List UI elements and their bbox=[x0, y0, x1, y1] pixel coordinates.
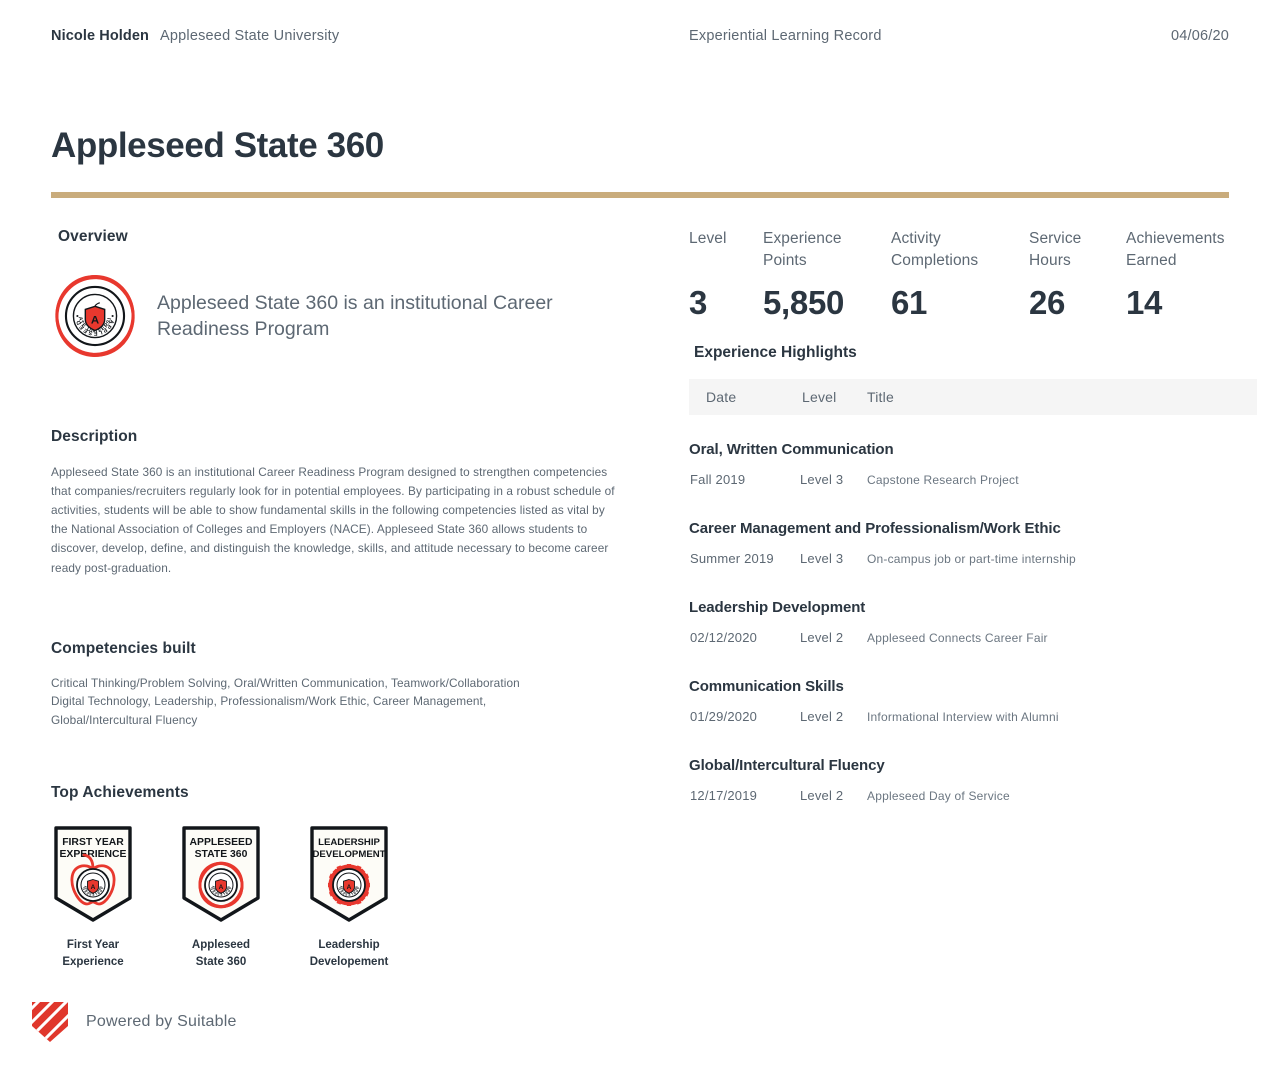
experience-group-title: Global/Intercultural Fluency bbox=[689, 757, 885, 774]
stat-label: Activity Completions bbox=[891, 230, 979, 270]
table-row: 01/29/2020 Level 2 Informational Intervi… bbox=[689, 709, 1257, 731]
experience-group-title: Leadership Development bbox=[689, 599, 866, 616]
competencies-body: Critical Thinking/Problem Solving, Oral/… bbox=[51, 675, 520, 727]
first-year-experience-badge-icon: FIRST YEAR EXPERIENCE APPLESEED ATE U ER… bbox=[51, 824, 132, 922]
badge-line-1: LEADERSHIP bbox=[318, 837, 380, 848]
experience-table-header: Date Level Title bbox=[689, 379, 1257, 415]
svg-text:A: A bbox=[91, 884, 96, 891]
stat-achievements-earned: Achievements Earned 14 bbox=[1126, 228, 1225, 321]
cell-title: Capstone Research Project bbox=[867, 473, 1019, 487]
leadership-development-badge-icon: LEADERSHIP DEVELOPMENT APPLESEED ATE U E… bbox=[307, 824, 388, 922]
stat-value: 5,850 bbox=[763, 284, 845, 321]
footer-text: Powered by Suitable bbox=[86, 1013, 237, 1030]
column-header-title: Title bbox=[867, 389, 894, 405]
top-achievements-section: Top Achievements FIRST YEAR EXPERIENCE A… bbox=[51, 784, 631, 972]
column-header-level: Level bbox=[802, 389, 837, 405]
stat-label: Experience Points bbox=[763, 230, 842, 270]
experience-highlights-heading: Experience Highlights bbox=[694, 344, 857, 361]
table-row: 12/17/2019 Level 2 Appleseed Day of Serv… bbox=[689, 788, 1257, 810]
suitable-shield-icon bbox=[32, 1002, 68, 1042]
overview-heading: Overview bbox=[58, 228, 128, 245]
stat-level: Level 3 bbox=[689, 228, 727, 321]
stat-label: Service Hours bbox=[1029, 230, 1082, 270]
cell-date: Fall 2019 bbox=[690, 472, 746, 487]
title-divider bbox=[51, 192, 1229, 198]
cell-level: Level 2 bbox=[800, 788, 844, 803]
badge-line-2: DEVELOPMENT bbox=[312, 849, 385, 860]
experience-table-body: Oral, Written Communication Fall 2019 Le… bbox=[689, 441, 1257, 810]
right-column: Level 3 Experience Points 5,850 Activity… bbox=[689, 228, 1257, 810]
cell-title: Informational Interview with Alumni bbox=[867, 710, 1059, 724]
cell-title: On-campus job or part-time internship bbox=[867, 552, 1076, 566]
column-header-date: Date bbox=[706, 389, 737, 405]
achievement-badge-list: FIRST YEAR EXPERIENCE APPLESEED ATE U ER… bbox=[51, 824, 631, 972]
achievement-badge: FIRST YEAR EXPERIENCE APPLESEED ATE U ER… bbox=[51, 824, 135, 972]
badge-line-1: APPLESEED bbox=[190, 837, 253, 848]
overview-row: APPLESEED STATE UNIVERSITY A Appleseed S… bbox=[51, 272, 631, 360]
experience-group: Communication Skills 01/29/2020 Level 2 … bbox=[689, 678, 1257, 731]
cell-date: 12/17/2019 bbox=[690, 788, 758, 803]
svg-text:A: A bbox=[347, 884, 352, 891]
experiential-learning-record-page: Nicole Holden Appleseed State University… bbox=[0, 0, 1280, 1080]
school-name: Appleseed State University bbox=[160, 28, 340, 44]
cell-date: 02/12/2020 bbox=[690, 630, 758, 645]
document-header: Nicole Holden Appleseed State University… bbox=[0, 28, 1280, 52]
experience-group-title: Career Management and Professionalism/Wo… bbox=[689, 520, 1061, 537]
badge-line-2: EXPERIENCE bbox=[60, 849, 127, 860]
document-footer: Powered by Suitable bbox=[30, 1000, 237, 1044]
badge-line-1: FIRST YEAR bbox=[62, 837, 124, 848]
stat-value: 14 bbox=[1126, 284, 1163, 321]
stat-value: 61 bbox=[891, 284, 928, 321]
badge-caption: Leadership Developement bbox=[309, 938, 389, 968]
cell-date: 01/29/2020 bbox=[690, 709, 758, 724]
svg-text:A: A bbox=[219, 884, 224, 891]
cell-level: Level 3 bbox=[800, 551, 844, 566]
stat-value: 26 bbox=[1029, 284, 1066, 321]
experience-group: Oral, Written Communication Fall 2019 Le… bbox=[689, 441, 1257, 494]
cell-level: Level 2 bbox=[800, 630, 844, 645]
achievement-badge: APPLESEED STATE 360 APPLESEED ATE U ERSI… bbox=[179, 824, 263, 972]
document-type: Experiential Learning Record bbox=[689, 28, 882, 44]
stats-row: Level 3 Experience Points 5,850 Activity… bbox=[689, 228, 1257, 336]
stat-label: Level bbox=[689, 230, 727, 247]
document-date: 04/06/20 bbox=[1170, 28, 1229, 44]
achievement-badge: LEADERSHIP DEVELOPMENT APPLESEED ATE U E… bbox=[307, 824, 391, 972]
cell-date: Summer 2019 bbox=[690, 551, 774, 566]
table-row: Summer 2019 Level 3 On-campus job or par… bbox=[689, 551, 1257, 573]
stat-activity-completions: Activity Completions 61 bbox=[891, 228, 979, 321]
competencies-section: Competencies built Critical Thinking/Pro… bbox=[51, 640, 631, 730]
badge-caption: First Year Experience bbox=[62, 938, 124, 968]
appleseed-university-seal-icon: APPLESEED STATE UNIVERSITY A bbox=[51, 272, 135, 357]
cell-level: Level 3 bbox=[800, 472, 844, 487]
experience-group: Career Management and Professionalism/Wo… bbox=[689, 520, 1257, 573]
experience-group-title: Communication Skills bbox=[689, 678, 844, 695]
overview-statement: Appleseed State 360 is an institutional … bbox=[157, 291, 553, 340]
experience-group: Global/Intercultural Fluency 12/17/2019 … bbox=[689, 757, 1257, 810]
cell-title: Appleseed Day of Service bbox=[867, 789, 1010, 803]
experience-group-title: Oral, Written Communication bbox=[689, 441, 894, 458]
description-body: Appleseed State 360 is an institutional … bbox=[51, 465, 615, 575]
badge-line-2: STATE 360 bbox=[195, 849, 248, 860]
table-row: Fall 2019 Level 3 Capstone Research Proj… bbox=[689, 472, 1257, 494]
description-section: Description Appleseed State 360 is an in… bbox=[51, 428, 631, 578]
experience-group: Leadership Development 02/12/2020 Level … bbox=[689, 599, 1257, 652]
svg-text:A: A bbox=[91, 314, 99, 326]
stat-label: Achievements Earned bbox=[1126, 230, 1225, 270]
description-heading: Description bbox=[51, 428, 138, 445]
stat-value: 3 bbox=[689, 284, 708, 321]
stat-experience-points: Experience Points 5,850 bbox=[763, 228, 844, 321]
cell-title: Appleseed Connects Career Fair bbox=[867, 631, 1048, 645]
stat-service-hours: Service Hours 26 bbox=[1029, 228, 1082, 321]
badge-caption: Appleseed State 360 bbox=[191, 938, 251, 968]
left-column: Overview APPLESEED ATE UNIVERSI A Apples… bbox=[51, 228, 631, 971]
competencies-heading: Competencies built bbox=[51, 639, 196, 657]
table-row: 02/12/2020 Level 2 Appleseed Connects Ca… bbox=[689, 630, 1257, 652]
page-title: Appleseed State 360 bbox=[51, 126, 384, 165]
cell-level: Level 2 bbox=[800, 709, 844, 724]
top-achievements-heading: Top Achievements bbox=[51, 783, 189, 801]
appleseed-state-360-badge-icon: APPLESEED STATE 360 APPLESEED ATE U ERSI… bbox=[179, 824, 260, 922]
student-name: Nicole Holden bbox=[51, 28, 149, 44]
